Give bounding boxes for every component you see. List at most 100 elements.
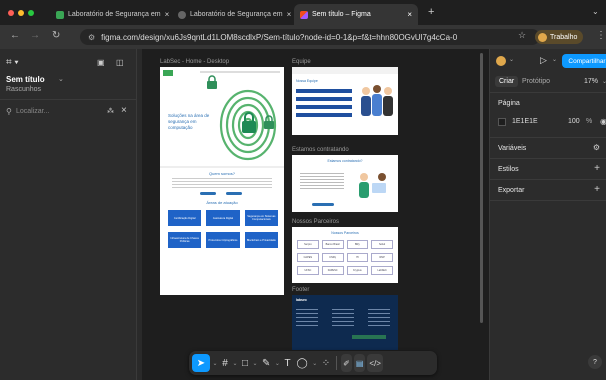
url-text: figma.com/design/xu6Js9qntLd1LOM8scdlxP/…	[101, 32, 458, 42]
area-card: Protocolos Criptográficos	[206, 232, 240, 248]
move-tool-chevron-icon[interactable]: ⌄	[212, 354, 218, 372]
move-tool-icon[interactable]: ➤	[192, 354, 210, 372]
file-location[interactable]: Rascunhos	[6, 86, 41, 93]
frame-labsec-home[interactable]: Soluções na área de segurança em computa…	[160, 67, 284, 295]
tab-prototype[interactable]: Protótipo	[522, 78, 550, 85]
frame-label-labsec[interactable]: LabSec - Home - Desktop	[160, 59, 229, 65]
pen-tool-chevron-icon[interactable]: ⌄	[274, 354, 280, 372]
window-close-button[interactable]	[8, 10, 14, 16]
draw-mode-icon[interactable]: ✐	[341, 354, 352, 372]
browser-tab-3[interactable]: Sem título – Figma ×	[294, 4, 418, 25]
zoom-level[interactable]: 17%	[584, 78, 598, 85]
close-search-icon[interactable]: ×	[121, 105, 127, 116]
padlock-icon	[207, 75, 217, 89]
close-tab-icon[interactable]: ×	[287, 10, 292, 19]
page-color-hex[interactable]: 1E1E1E	[512, 118, 538, 125]
text-tool-icon[interactable]: T	[282, 354, 292, 372]
globe-favicon-icon	[178, 10, 186, 19]
comment-tool-icon[interactable]: ◯	[295, 354, 310, 372]
partner-logo: Banco Brasil	[321, 240, 344, 249]
about-paragraph	[172, 178, 272, 188]
share-button[interactable]: Compartilhar	[562, 54, 606, 68]
search-options-icon[interactable]: ⁂	[107, 107, 114, 115]
rectangle-tool-icon[interactable]: □	[240, 354, 250, 372]
browser-tab-2[interactable]: Laboratório de Segurança em ×	[172, 4, 292, 25]
footer-column	[296, 309, 318, 329]
canvas-scrollbar[interactable]	[480, 53, 483, 323]
frame-label-parceiros[interactable]: Nossos Parceiros	[292, 219, 339, 225]
dev-mode-icon[interactable]: </>	[367, 354, 383, 372]
add-export-icon[interactable]: +	[594, 184, 600, 195]
sidebar-toggle-icon[interactable]: ◫	[116, 58, 124, 67]
page-opacity-value[interactable]: 100	[568, 118, 580, 125]
close-tab-icon[interactable]: ×	[407, 10, 412, 19]
divider	[490, 137, 606, 138]
add-style-icon[interactable]: +	[594, 163, 600, 174]
layer-search-input[interactable]: Localizar...	[16, 108, 49, 115]
avatar-chevron-icon[interactable]: ⌄	[509, 56, 514, 63]
window-minimize-button[interactable]	[18, 10, 24, 16]
present-play-icon[interactable]: ▷	[540, 55, 547, 66]
help-button[interactable]: ?	[588, 355, 602, 369]
browser-tab-1[interactable]: Laboratório de Segurança em ×	[50, 4, 170, 25]
close-tab-icon[interactable]: ×	[165, 10, 170, 19]
url-field[interactable]: ⚙ figma.com/design/xu6Js9qntLd1LOM8scdlx…	[80, 29, 540, 45]
bookmark-star-icon[interactable]: ☆	[518, 30, 526, 41]
frame-parceiros[interactable]: Nossos Parceiros Serpro Banco Brasil BRy…	[292, 227, 398, 283]
assets-icon[interactable]: ▣	[97, 58, 105, 67]
forward-arrow-icon[interactable]: →	[30, 30, 40, 41]
frame-footer[interactable]: labsec	[292, 295, 398, 350]
frame-tool-chevron-icon[interactable]: ⌄	[232, 354, 238, 372]
file-name[interactable]: Sem título	[6, 75, 45, 84]
quem-somos-heading: Quem somos?	[208, 171, 235, 176]
area-card: Certificação Digital	[168, 210, 202, 226]
design-mode-icon[interactable]: ▤	[353, 354, 366, 372]
styles-section-title[interactable]: Estilos	[498, 166, 519, 173]
toolbar-divider	[336, 356, 338, 370]
learn-more-button	[200, 192, 216, 195]
present-chevron-icon[interactable]: ⌄	[552, 56, 557, 63]
tab-search-icon[interactable]: ⌄	[592, 7, 599, 16]
frame-equipe[interactable]: Nossa Equipe	[292, 67, 398, 135]
area-card: Blockchain e Privacidade	[244, 232, 278, 248]
team-row	[296, 105, 352, 109]
team-row	[296, 97, 352, 101]
variables-icon[interactable]: ⚙	[593, 143, 600, 152]
partner-logo: Kryptus	[346, 266, 369, 275]
visibility-eye-icon[interactable]: ◉	[600, 117, 606, 126]
frame-contratando[interactable]: Estamos contratando?	[292, 155, 398, 212]
page-color-swatch[interactable]	[498, 118, 506, 126]
comment-tool-chevron-icon[interactable]: ⌄	[312, 354, 318, 372]
divider	[490, 179, 606, 180]
zoom-chevron-icon[interactable]: ⌄	[602, 78, 606, 85]
browser-menu-icon[interactable]: ⋮	[596, 30, 606, 41]
site-settings-icon[interactable]: ⚙	[88, 33, 95, 42]
avatar	[538, 32, 547, 42]
areas-heading: Áreas de atuação	[206, 200, 238, 205]
frame-label-equipe[interactable]: Equipe	[292, 59, 311, 65]
variables-section-title[interactable]: Variáveis	[498, 145, 526, 152]
user-avatar[interactable]	[496, 56, 506, 66]
padlock-icon	[264, 115, 274, 129]
frame-label-contratando[interactable]: Estamos contratando	[292, 147, 349, 153]
profile-button[interactable]: Trabalho	[535, 30, 584, 44]
pen-tool-icon[interactable]: ✎	[260, 354, 272, 372]
back-arrow-icon[interactable]: ←	[10, 30, 20, 41]
window-maximize-button[interactable]	[28, 10, 34, 16]
tab-title: Laboratório de Segurança em	[190, 11, 283, 18]
frame-tool-icon[interactable]: #	[220, 354, 230, 372]
figma-main-menu-icon[interactable]: ⌗ ▾	[6, 57, 19, 68]
partner-logo: Soluti	[371, 240, 393, 249]
search-icon: ⚲	[6, 107, 12, 116]
shape-tool-chevron-icon[interactable]: ⌄	[252, 354, 258, 372]
design-canvas[interactable]: LabSec - Home - Desktop Soluções na área…	[137, 49, 489, 380]
export-section-title[interactable]: Exportar	[498, 187, 524, 194]
file-menu-chevron-icon[interactable]: ⌄	[58, 75, 64, 83]
frame-label-footer[interactable]: Footer	[292, 287, 309, 293]
nav-links	[200, 71, 280, 73]
tab-design[interactable]: Criar	[495, 76, 519, 87]
new-tab-icon[interactable]: +	[428, 6, 434, 18]
actions-tool-icon[interactable]: ⁘	[320, 354, 332, 372]
reload-icon[interactable]: ↻	[52, 30, 60, 41]
team-row	[296, 113, 352, 117]
